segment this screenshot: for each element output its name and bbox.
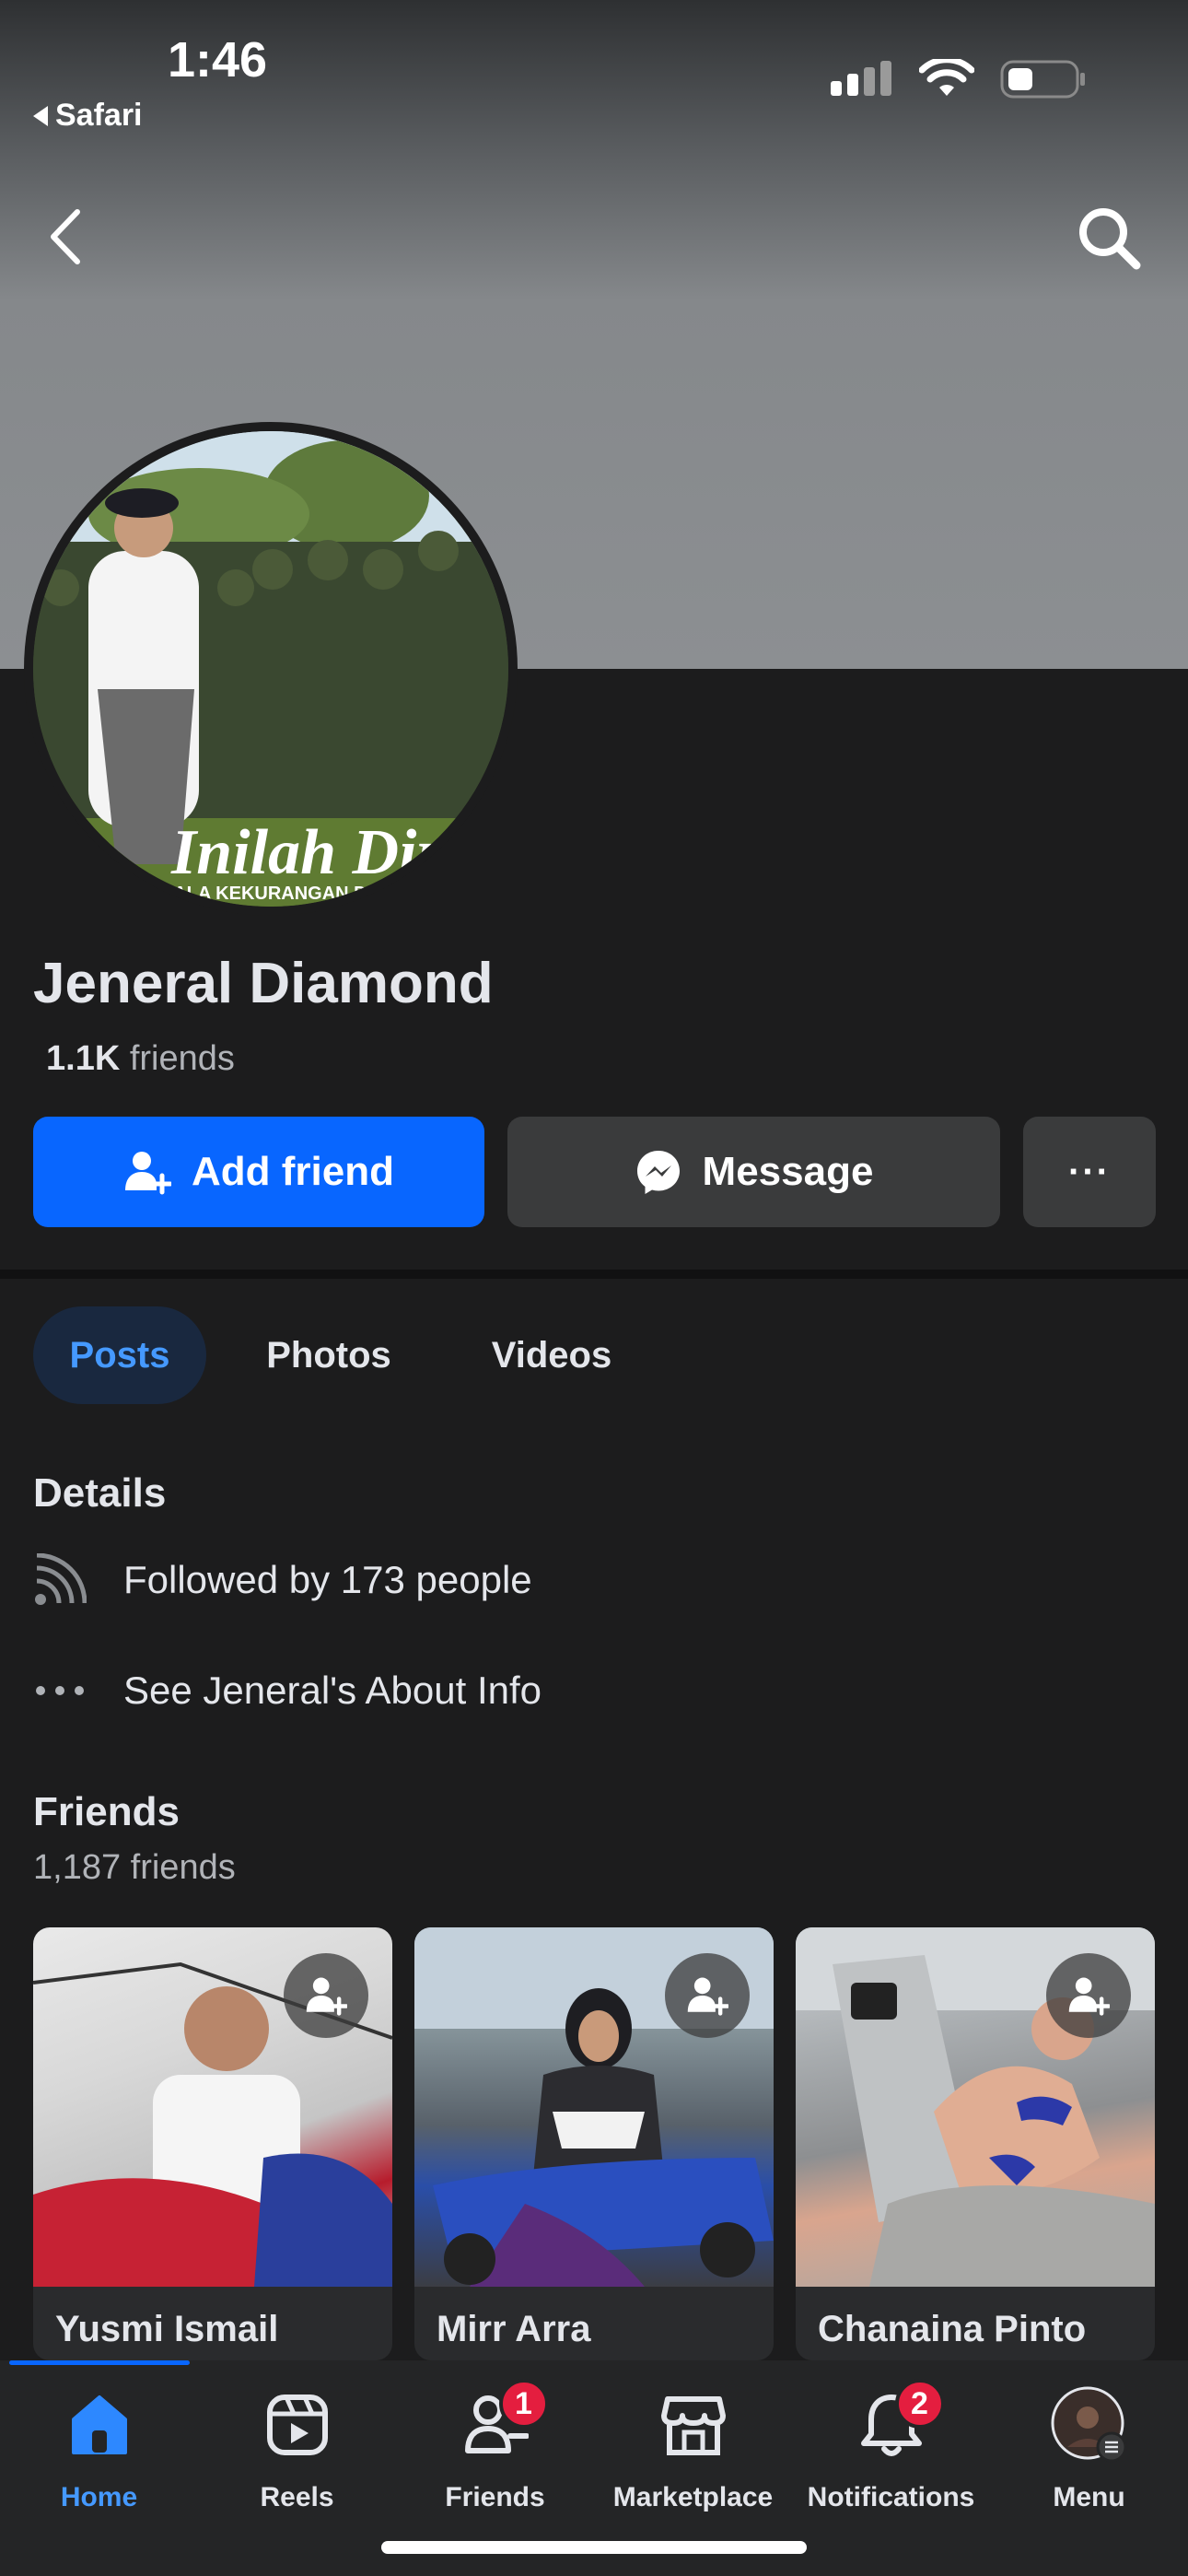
profile-avatar[interactable]: Inilah Diri SEGALA KEKURANGAN DAN...	[24, 422, 518, 916]
tab-bar-label: Home	[60, 2482, 138, 2512]
add-friend-suggestion-button[interactable]	[1046, 1953, 1131, 2038]
home-icon	[61, 2386, 138, 2464]
add-friend-suggestion-button[interactable]	[665, 1953, 750, 2038]
about-info-text: See Jeneral's About Info	[123, 1669, 542, 1712]
friends-title: Friends	[33, 1789, 180, 1834]
add-friend-label: Add friend	[192, 1149, 394, 1194]
status-bar: 1:46 Safari	[0, 0, 1188, 147]
reels-icon	[259, 2386, 336, 2464]
bell-icon: 2	[853, 2379, 945, 2464]
wifi-icon	[919, 59, 974, 96]
avatar-image: Inilah Diri SEGALA KEKURANGAN DAN...	[33, 431, 508, 907]
avatar-caption: Inilah Diri	[170, 817, 460, 888]
friend-name: Mirr Arra	[437, 2309, 591, 2349]
about-info-row[interactable]: See Jeneral's About Info	[33, 1664, 542, 1717]
profile-name: Jeneral Diamond	[33, 952, 494, 1015]
tab-photos[interactable]: Photos	[241, 1306, 416, 1404]
tab-posts[interactable]: Posts	[33, 1306, 206, 1404]
tab-bar-label: Friends	[445, 2482, 545, 2512]
details-title: Details	[33, 1470, 167, 1516]
tab-bar-home[interactable]: Home	[0, 2386, 198, 2513]
section-divider	[0, 1270, 1188, 1279]
notifications-badge: 2	[894, 2379, 945, 2429]
profile-friends-count[interactable]: 1.1K friends	[46, 1039, 235, 1079]
status-icons	[829, 59, 1087, 100]
tab-bar-label: Menu	[1053, 2482, 1125, 2512]
friends-count-value: 1.1K	[46, 1039, 121, 1078]
message-label: Message	[702, 1149, 874, 1194]
friend-name: Chanaina Pinto	[818, 2309, 1087, 2349]
search-icon[interactable]	[1074, 203, 1144, 273]
message-button[interactable]: Message	[507, 1117, 1000, 1227]
add-person-icon	[125, 1152, 171, 1195]
add-person-icon	[687, 1977, 728, 2016]
friends-badge: 1	[498, 2379, 549, 2429]
status-time: 1:46	[168, 32, 268, 88]
tab-bar-label: Marketplace	[612, 2482, 774, 2512]
back-app-label: Safari	[55, 98, 143, 133]
back-arrow-icon[interactable]	[41, 205, 96, 269]
tab-bar-label: Reels	[260, 2482, 334, 2512]
more-options-label: ···	[1068, 1151, 1111, 1192]
home-indicator[interactable]	[381, 2541, 807, 2554]
tab-bar-reels[interactable]: Reels	[198, 2386, 396, 2513]
menu-avatar	[1051, 2386, 1128, 2464]
add-friend-button[interactable]: Add friend	[33, 1117, 484, 1227]
friends-count-label: 1,187 friends	[33, 1848, 236, 1887]
battery-icon	[1000, 60, 1085, 99]
friend-card[interactable]: Chanaina Pinto	[796, 1927, 1155, 2360]
marketplace-icon	[655, 2386, 732, 2464]
rss-feed-icon	[33, 1553, 87, 1607]
followed-by-text: Followed by 173 people	[123, 1558, 532, 1601]
friends-count-suffix: friends	[129, 1039, 235, 1078]
followed-by-row[interactable]: Followed by 173 people	[33, 1553, 532, 1607]
cellular-signal-icon	[831, 61, 891, 96]
messenger-icon	[636, 1151, 680, 1194]
more-options-button[interactable]: ···	[1023, 1117, 1156, 1227]
ellipsis-icon	[33, 1664, 87, 1717]
back-triangle-icon	[33, 105, 48, 126]
friend-name: Yusmi Ismail	[55, 2309, 279, 2349]
back-to-safari-link[interactable]: Safari	[33, 98, 143, 134]
friend-card[interactable]: Mirr Arra	[414, 1927, 774, 2360]
add-friend-suggestion-button[interactable]	[284, 1953, 368, 2038]
friends-icon: 1	[457, 2379, 549, 2464]
tab-bar-label: Notifications	[807, 2482, 975, 2512]
active-tab-indicator	[9, 2360, 190, 2365]
tab-videos[interactable]: Videos	[464, 1306, 639, 1404]
tab-bar-notifications[interactable]: 2 Notifications	[792, 2379, 990, 2513]
tab-bar-friends[interactable]: 1 Friends	[396, 2379, 594, 2513]
friend-card[interactable]: Yusmi Ismail	[33, 1927, 392, 2360]
tab-bar-marketplace[interactable]: Marketplace	[594, 2386, 792, 2513]
add-person-icon	[1068, 1977, 1110, 2016]
add-person-icon	[306, 1977, 347, 2016]
tab-bar-menu[interactable]: Menu	[990, 2386, 1188, 2513]
avatar-caption-sub: SEGALA KEKURANGAN DAN...	[134, 884, 409, 904]
